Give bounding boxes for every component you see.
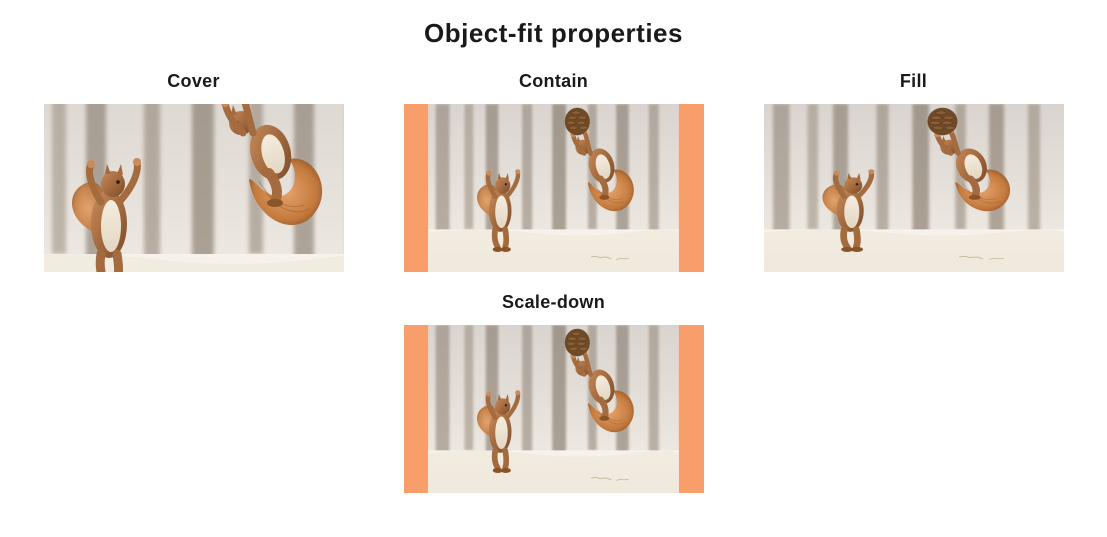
example-scaledown: Scale-down xyxy=(404,292,704,493)
examples-row-2: Scale-down xyxy=(20,292,1087,493)
example-scaledown-label: Scale-down xyxy=(502,292,605,313)
example-cover: Cover xyxy=(44,71,344,272)
squirrel-image-icon xyxy=(44,104,344,272)
squirrel-image-icon xyxy=(764,104,1064,272)
example-fill-label: Fill xyxy=(900,71,927,92)
example-fill: Fill xyxy=(764,71,1064,272)
example-contain-label: Contain xyxy=(519,71,588,92)
page-title: Object-fit properties xyxy=(20,18,1087,49)
example-cover-label: Cover xyxy=(167,71,220,92)
example-fill-frame xyxy=(764,104,1064,272)
squirrel-image-icon xyxy=(428,104,679,272)
squirrel-image-icon xyxy=(428,325,679,493)
examples-row-1: Cover Contain Fill xyxy=(20,71,1087,272)
example-cover-frame xyxy=(44,104,344,272)
example-scaledown-frame xyxy=(404,325,704,493)
example-contain: Contain xyxy=(404,71,704,272)
example-contain-frame xyxy=(404,104,704,272)
